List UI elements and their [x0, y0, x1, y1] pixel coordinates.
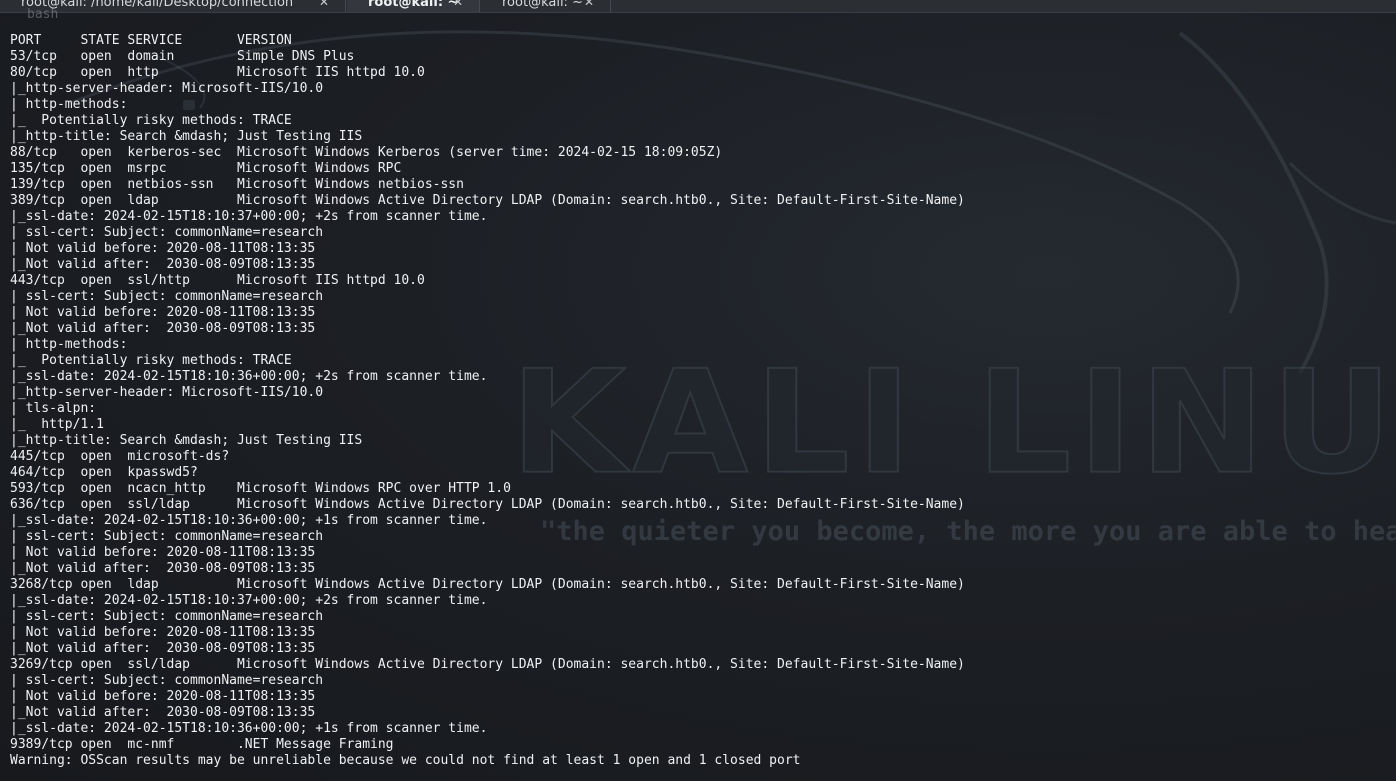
terminal-line: |_ http/1.1: [10, 417, 104, 432]
terminal-line: |_Not valid after: 2030-08-09T08:13:35: [10, 705, 316, 720]
nmap-output: PORT STATE SERVICE VERSION 53/tcp open do…: [10, 33, 965, 769]
terminal-line: | Not valid before: 2020-08-11T08:13:35: [10, 625, 316, 640]
tab-bar: root@kali: /home/kali/Desktop/connection…: [0, 0, 1396, 13]
terminal-line: 3269/tcp open ssl/ldap Microsoft Windows…: [10, 657, 965, 672]
terminal-line: |_Not valid after: 2030-08-09T08:13:35: [10, 641, 316, 656]
terminal-line: 53/tcp open domain Simple DNS Plus: [10, 49, 355, 64]
terminal-line: 464/tcp open kpasswd5?: [10, 465, 198, 480]
terminal-line: | ssl-cert: Subject: commonName=research: [10, 609, 324, 624]
terminal-window: root@kali: /home/kali/Desktop/connection…: [0, 0, 1396, 781]
terminal-line: 445/tcp open microsoft-ds?: [10, 449, 230, 464]
tab-label: root@kali: ~: [368, 0, 459, 10]
terminal-line: 9389/tcp open mc-nmf .NET Message Framin…: [10, 737, 394, 752]
terminal-line: | ssl-cert: Subject: commonName=research: [10, 289, 324, 304]
terminal-line: | Not valid before: 2020-08-11T08:13:35: [10, 545, 316, 560]
terminal-line: | tls-alpn:: [10, 401, 104, 416]
terminal-line: |_Not valid after: 2030-08-09T08:13:35: [10, 561, 316, 576]
terminal-line: |_ssl-date: 2024-02-15T18:10:37+00:00; +…: [10, 209, 488, 224]
terminal-line: |_ssl-date: 2024-02-15T18:10:36+00:00; +…: [10, 513, 488, 528]
close-icon[interactable]: ✕: [319, 0, 329, 9]
terminal-line: | ssl-cert: Subject: commonName=research: [10, 673, 324, 688]
terminal-line: |_ssl-date: 2024-02-15T18:10:37+00:00; +…: [10, 593, 488, 608]
terminal-line: | Not valid before: 2020-08-11T08:13:35: [10, 305, 316, 320]
terminal-line: |_ssl-date: 2024-02-15T18:10:36+00:00; +…: [10, 369, 488, 384]
terminal-line: |_ssl-date: 2024-02-15T18:10:36+00:00; +…: [10, 721, 488, 736]
terminal-line: | ssl-cert: Subject: commonName=research: [10, 225, 324, 240]
terminal-line: | ssl-cert: Subject: commonName=research: [10, 529, 324, 544]
terminal-line: Warning: OSScan results may be unreliabl…: [10, 753, 801, 768]
terminal-line: 135/tcp open msrpc Microsoft Windows RPC: [10, 161, 402, 176]
terminal-line: | http-methods:: [10, 97, 136, 112]
terminal-line: |_http-title: Search &mdash; Just Testin…: [10, 433, 363, 448]
terminal-line: 593/tcp open ncacn_http Microsoft Window…: [10, 481, 511, 496]
terminal-line: | Not valid before: 2020-08-11T08:13:35: [10, 689, 316, 704]
terminal-line: 80/tcp open http Microsoft IIS httpd 10.…: [10, 65, 425, 80]
terminal-line: 389/tcp open ldap Microsoft Windows Acti…: [10, 193, 965, 208]
terminal-line: PORT STATE SERVICE VERSION: [10, 33, 292, 48]
terminal-line: 139/tcp open netbios-ssn Microsoft Windo…: [10, 177, 464, 192]
terminal-line: |_http-title: Search &mdash; Just Testin…: [10, 129, 363, 144]
terminal-line: 3268/tcp open ldap Microsoft Windows Act…: [10, 577, 965, 592]
terminal-line: |_Not valid after: 2030-08-09T08:13:35: [10, 321, 316, 336]
tab-label: root@kali: /home/kali/Desktop/connection: [21, 0, 294, 10]
terminal-line: |_Not valid after: 2030-08-09T08:13:35: [10, 257, 316, 272]
terminal-line: 443/tcp open ssl/http Microsoft IIS http…: [10, 273, 425, 288]
terminal-line: 88/tcp open kerberos-sec Microsoft Windo…: [10, 145, 723, 160]
previous-output-line: bash: [27, 7, 59, 22]
terminal-pane[interactable]: bash PORT STATE SERVICE VERSION 53/tcp op…: [0, 7, 1396, 781]
close-icon[interactable]: ✕: [584, 0, 594, 9]
terminal-line: |_ Potentially risky methods: TRACE: [10, 113, 292, 128]
terminal-line: |_http-server-header: Microsoft-IIS/10.0: [10, 81, 324, 96]
terminal-line: | http-methods:: [10, 337, 136, 352]
tab-root-home-active[interactable]: root@kali: ~ ✕: [347, 0, 480, 12]
close-icon[interactable]: ✕: [453, 0, 463, 9]
terminal-line: |_http-server-header: Microsoft-IIS/10.0: [10, 385, 324, 400]
terminal-line: | Not valid before: 2020-08-11T08:13:35: [10, 241, 316, 256]
tab-label: root@kali: ~: [502, 0, 583, 10]
terminal-line: 636/tcp open ssl/ldap Microsoft Windows …: [10, 497, 965, 512]
terminal-line: |_ Potentially risky methods: TRACE: [10, 353, 292, 368]
tab-root-home[interactable]: root@kali: ~ ✕: [481, 0, 611, 12]
